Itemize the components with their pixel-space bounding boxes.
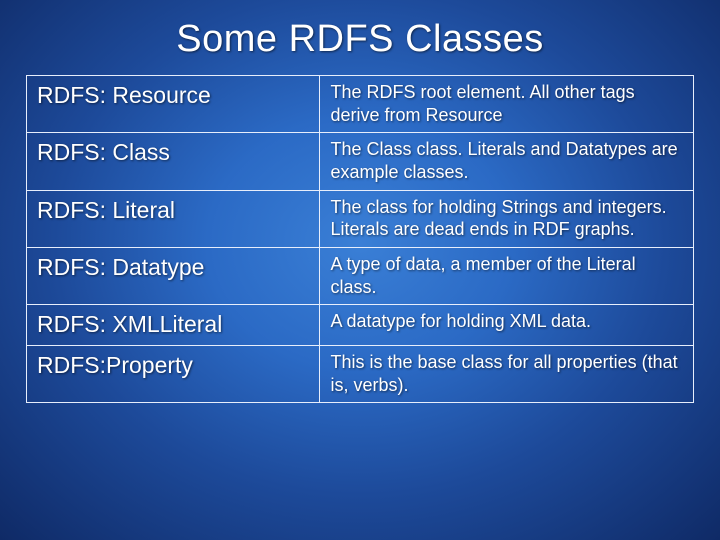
class-desc: A datatype for holding XML data. [320,305,694,346]
class-desc: The Class class. Literals and Datatypes … [320,133,694,190]
table-row: RDFS: Class The Class class. Literals an… [27,133,694,190]
class-name: RDFS: XMLLiteral [27,305,320,346]
table-row: RDFS:Property This is the base class for… [27,346,694,403]
class-desc: The class for holding Strings and intege… [320,190,694,247]
table-row: RDFS: Literal The class for holding Stri… [27,190,694,247]
class-name: RDFS:Property [27,346,320,403]
class-desc: The RDFS root element. All other tags de… [320,76,694,133]
class-name: RDFS: Datatype [27,248,320,305]
page-title: Some RDFS Classes [26,18,694,61]
slide: Some RDFS Classes RDFS: Resource The RDF… [0,0,720,540]
class-name: RDFS: Resource [27,76,320,133]
table-row: RDFS: XMLLiteral A datatype for holding … [27,305,694,346]
class-desc: A type of data, a member of the Literal … [320,248,694,305]
table-row: RDFS: Datatype A type of data, a member … [27,248,694,305]
class-name: RDFS: Literal [27,190,320,247]
class-name: RDFS: Class [27,133,320,190]
table-row: RDFS: Resource The RDFS root element. Al… [27,76,694,133]
classes-table: RDFS: Resource The RDFS root element. Al… [26,75,694,403]
class-desc: This is the base class for all propertie… [320,346,694,403]
